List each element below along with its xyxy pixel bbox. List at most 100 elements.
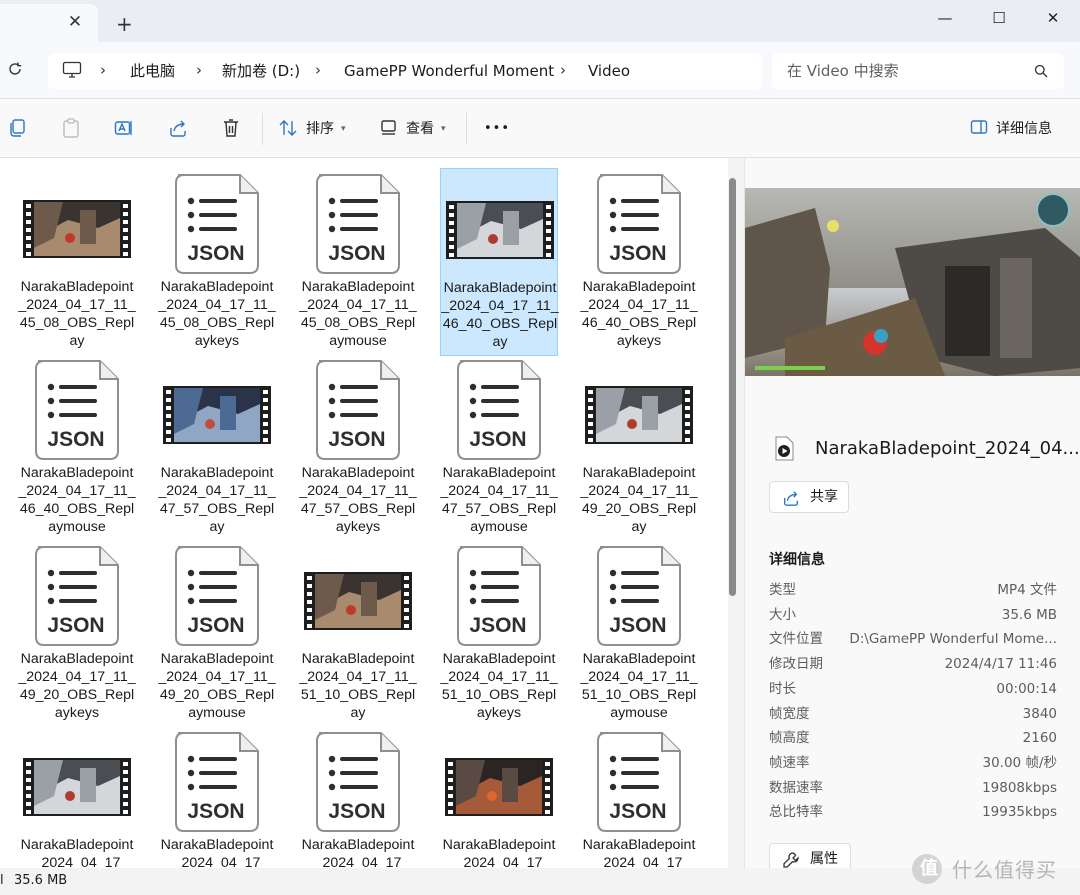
json-icon-label: JSON — [187, 614, 244, 637]
file-item[interactable]: JSON NarakaBladepoint_2024_04_17_11_46_40… — [18, 354, 136, 542]
file-name: NarakaBladepoint_2024_04_17_11_47_57_OBS… — [158, 465, 276, 535]
json-icon-label: JSON — [469, 428, 526, 451]
chevron-down-icon[interactable]: ▾ — [441, 120, 446, 138]
json-file-icon: JSON — [18, 354, 136, 466]
video-preview — [745, 188, 1080, 376]
close-window-button[interactable]: ✕ — [1030, 6, 1076, 30]
file-item[interactable]: JSON NarakaBladepoint_2024_04_17_11_46_40… — [580, 168, 698, 356]
chevron-right-icon[interactable]: › — [560, 61, 566, 79]
details-pane-icon[interactable] — [970, 118, 988, 140]
file-item[interactable]: NarakaBladepoint_2024_04_17_11_51_10_OBS… — [299, 540, 417, 728]
computer-icon — [62, 61, 82, 83]
share-button[interactable]: 共享 — [769, 481, 849, 513]
json-file-icon: JSON — [440, 540, 558, 652]
file-item[interactable]: JSON NarakaBladepoint_2024_04_17_11_51_10… — [440, 540, 558, 728]
chevron-right-icon[interactable]: › — [315, 61, 321, 79]
new-tab-button[interactable]: + — [116, 14, 133, 34]
copy-icon[interactable] — [8, 118, 26, 142]
file-item[interactable]: NarakaBladepoint_2024_04_17 — [18, 726, 136, 868]
detail-key: 修改日期 — [769, 656, 823, 673]
json-icon-label: JSON — [328, 242, 385, 265]
search-placeholder: 在 Video 中搜索 — [787, 62, 899, 80]
address-bar[interactable]: › 此电脑 › 新加卷 (D:) › GamePP Wonderful Mome… — [48, 53, 762, 89]
file-item[interactable]: NarakaBladepoint_2024_04_17 — [440, 726, 558, 868]
json-icon-label: JSON — [609, 800, 666, 823]
share-icon — [782, 489, 800, 511]
view-button[interactable]: 查看 — [406, 120, 434, 138]
json-icon-label: JSON — [609, 614, 666, 637]
breadcrumb-drive-d[interactable]: 新加卷 (D:) — [222, 62, 300, 80]
detail-key: 时长 — [769, 680, 796, 697]
detail-key: 文件位置 — [769, 631, 823, 648]
json-icon-label: JSON — [47, 614, 104, 637]
file-item[interactable]: NarakaBladepoint_2024_04_17_11_47_57_OBS… — [158, 354, 276, 542]
watermark-logo-glyph: 值 — [920, 858, 938, 879]
file-name: NarakaBladepoint_2024_04_17_11_49_20_OBS… — [580, 465, 698, 535]
search-icon[interactable] — [1034, 63, 1048, 82]
breadcrumb-video[interactable]: Video — [588, 62, 630, 80]
delete-icon[interactable] — [222, 118, 240, 142]
view-icon[interactable] — [380, 118, 398, 140]
file-name: NarakaBladepoint_2024_04_17_11_47_57_OBS… — [440, 465, 558, 535]
more-options-button[interactable]: ••• — [484, 120, 510, 138]
paste-icon[interactable] — [62, 118, 80, 142]
breadcrumb-gamepp-folder[interactable]: GamePP Wonderful Moment — [344, 62, 554, 80]
file-item[interactable]: JSON NarakaBladepoint_2024_04_17_11_51_10… — [580, 540, 698, 728]
toolbar-divider — [466, 113, 467, 145]
json-icon-label: JSON — [47, 428, 104, 451]
watermark: 值 什么值得买 — [912, 852, 1080, 892]
file-item[interactable]: JSON NarakaBladepoint_2024_04_17_11_47_57… — [440, 354, 558, 542]
json-file-icon: JSON — [158, 726, 276, 838]
file-item[interactable]: JSON NarakaBladepoint_2024_04_17 — [580, 726, 698, 868]
file-item[interactable]: JSON NarakaBladepoint_2024_04_17_11_49_20… — [158, 540, 276, 728]
sort-button[interactable]: 排序 — [306, 120, 334, 138]
search-input[interactable]: 在 Video 中搜索 — [772, 53, 1064, 89]
file-item[interactable]: JSON NarakaBladepoint_2024_04_17 — [299, 726, 417, 868]
rename-icon[interactable] — [114, 118, 134, 142]
file-name: NarakaBladepoint_2024_04_17_11_49_20_OBS… — [158, 651, 276, 721]
file-name: NarakaBladepoint_2024_04_17 — [442, 837, 556, 868]
watermark-logo-icon: 值 — [912, 854, 942, 884]
chevron-down-icon[interactable]: ▾ — [341, 120, 346, 138]
file-item[interactable]: JSON NarakaBladepoint_2024_04_17 — [158, 726, 276, 868]
maximize-button[interactable]: ☐ — [976, 6, 1022, 30]
minimize-button[interactable]: — — [922, 6, 968, 30]
file-grid: NarakaBladepoint_2024_04_17_11_45_08_OBS… — [0, 158, 728, 868]
refresh-icon[interactable] — [6, 60, 24, 78]
video-thumbnail-icon — [299, 540, 417, 652]
chevron-right-icon[interactable]: › — [196, 61, 202, 79]
detail-value: 19808kbps — [982, 779, 1057, 796]
detail-row: 帧速率 30.00 帧/秒 — [769, 753, 1057, 773]
json-file-icon: JSON — [18, 540, 136, 652]
chevron-right-icon[interactable]: › — [100, 61, 106, 79]
sort-icon[interactable] — [278, 118, 298, 142]
file-item[interactable]: NarakaBladepoint_2024_04_17_11_45_08_OBS… — [18, 168, 136, 356]
vertical-scrollbar[interactable] — [729, 178, 736, 596]
detail-value: 2024/4/17 11:46 — [944, 656, 1057, 673]
title-bar: ✕ + — ☐ ✕ — [0, 0, 1080, 42]
close-tab-icon[interactable]: ✕ — [66, 13, 84, 31]
detail-row: 帧宽度 3840 — [769, 704, 1057, 724]
file-name: NarakaBladepoint_2024_04_17 — [160, 837, 274, 868]
file-item-selected[interactable]: NarakaBladepoint_2024_04_17_11_46_40_OBS… — [440, 168, 559, 356]
file-item[interactable]: JSON NarakaBladepoint_2024_04_17_11_45_08… — [158, 168, 276, 356]
detail-row: 帧高度 2160 — [769, 728, 1057, 748]
file-item[interactable]: NarakaBladepoint_2024_04_17_11_49_20_OBS… — [580, 354, 698, 542]
detail-row: 文件位置 D:\GamePP Wonderful Mome... — [769, 629, 1057, 649]
breadcrumb-this-pc[interactable]: 此电脑 — [130, 62, 175, 80]
share-icon[interactable] — [168, 118, 188, 142]
file-item[interactable]: JSON NarakaBladepoint_2024_04_17_11_47_57… — [299, 354, 417, 542]
json-file-icon: JSON — [299, 354, 417, 466]
json-file-icon: JSON — [440, 354, 558, 466]
address-row: › 此电脑 › 新加卷 (D:) › GamePP Wonderful Mome… — [0, 42, 1080, 98]
file-name: NarakaBladepoint_2024_04_17 — [301, 837, 415, 868]
detail-row: 数据速率 19808kbps — [769, 778, 1057, 798]
details-pane-button[interactable]: 详细信息 — [996, 120, 1052, 138]
json-icon-label: JSON — [328, 428, 385, 451]
file-item[interactable]: JSON NarakaBladepoint_2024_04_17_11_45_08… — [299, 168, 417, 356]
file-item[interactable]: JSON NarakaBladepoint_2024_04_17_11_49_20… — [18, 540, 136, 728]
explorer-tab[interactable]: ✕ — [0, 4, 98, 42]
detail-key: 帧速率 — [769, 754, 810, 771]
file-name: NarakaBladepoint_2024_04_17_11_47_57_OBS… — [299, 465, 417, 535]
json-file-icon: JSON — [580, 726, 698, 838]
